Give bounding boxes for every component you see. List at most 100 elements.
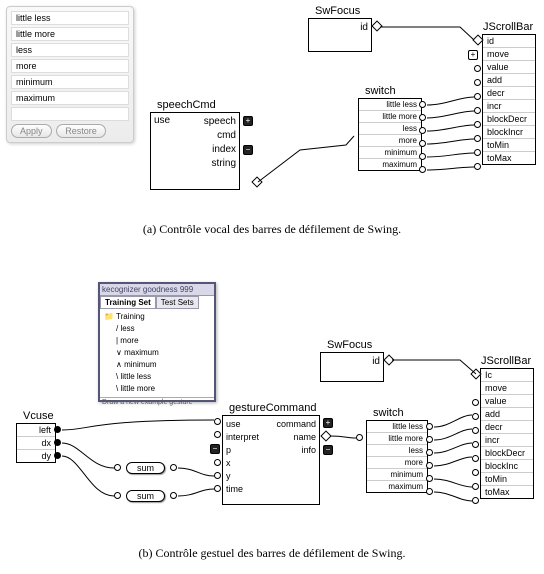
port-x: x [226, 457, 259, 470]
gesturecommand-title: gestureCommand [227, 402, 318, 414]
switch-item: little more [359, 111, 421, 123]
port-id-b: id [372, 356, 380, 367]
port-id: id [360, 22, 368, 33]
port-dot-icon [426, 449, 433, 456]
port-dot-icon [426, 436, 433, 443]
port-dot-icon [472, 427, 479, 434]
switch-item: minimum [359, 147, 421, 159]
jsb-port: toMax [483, 152, 535, 164]
port-dot-icon [474, 93, 481, 100]
jsb-port: decr [483, 87, 535, 100]
jsb-port: blockDecr [483, 113, 535, 126]
jsb-port: blockInc [481, 460, 533, 473]
caption-a: (a) Contrôle vocal des barres de défilem… [0, 222, 544, 237]
port-dot-icon [214, 431, 221, 438]
jscrollbar-box-b: JScrollBar Ic move value add decr incr b… [480, 368, 534, 499]
toggle-plus-icon[interactable]: + [243, 116, 253, 126]
port-dot-icon [474, 149, 481, 156]
vcuse-box: Vcuse left dx dy [16, 423, 56, 463]
toggle-plus-icon[interactable]: + [323, 418, 333, 428]
jsb-port: incr [481, 434, 533, 447]
jscrollbar-box: JScrollBar id move value add decr incr b… [482, 34, 536, 165]
port-dot-icon [114, 492, 121, 499]
port-dot-icon [214, 485, 221, 492]
port-string: string [204, 157, 236, 171]
port-dot-icon [419, 166, 426, 173]
port-dot-icon [170, 492, 177, 499]
port-dot-icon [474, 135, 481, 142]
switch-title: switch [363, 85, 398, 97]
port-dot-icon [54, 452, 61, 459]
toggle-minus-icon[interactable]: − [323, 445, 333, 455]
port-dot-icon [214, 459, 221, 466]
jsb-port: add [483, 74, 535, 87]
switch-item: less [367, 445, 427, 457]
port-dot-icon [474, 121, 481, 128]
jsb-port: toMin [483, 139, 535, 152]
recognizer-header: kecognizer goodness 999 [100, 284, 214, 296]
apply-button[interactable]: Apply [11, 124, 52, 138]
sum-box: sum [126, 462, 165, 474]
switch-item: maximum [359, 159, 421, 170]
port-dot-icon [472, 399, 479, 406]
toggle-minus-icon[interactable]: − [243, 145, 253, 155]
swfocus-box: SwFocus id [308, 18, 372, 52]
port-dot-icon [419, 114, 426, 121]
port-dot-icon [426, 462, 433, 469]
setting-item: more [11, 59, 129, 73]
jsb-port: add [481, 408, 533, 421]
port-dot-icon [426, 423, 433, 430]
port-dot-icon [426, 488, 433, 495]
tab-test[interactable]: Test Sets [156, 296, 199, 309]
toggle-minus-icon[interactable]: − [210, 444, 220, 454]
caption-b: (b) Contrôle gestuel des barres de défil… [0, 546, 544, 561]
tree-body: 📁 Training / less | more ∨ maximum ∧ min… [100, 309, 214, 397]
switch-item: more [359, 135, 421, 147]
jsb-port: Ic [481, 369, 533, 382]
port-dot-icon [419, 127, 426, 134]
jsb-port: move [483, 48, 535, 61]
toggle-plus-icon[interactable]: + [468, 50, 478, 60]
speechcmd-title: speechCmd [155, 99, 218, 111]
port-info: info [276, 444, 316, 457]
port-time: time [226, 483, 259, 496]
setting-item: less [11, 43, 129, 57]
jscrollbar-title-b: JScrollBar [479, 355, 533, 367]
jsb-port: decr [481, 421, 533, 434]
gesturecommand-box: gestureCommand use interpret p x y time … [222, 415, 320, 505]
port-use: use [226, 418, 259, 431]
port-dot-icon [474, 163, 481, 170]
switch-box: switch little less little more less more… [358, 98, 422, 171]
port-index: index [204, 143, 236, 157]
recognizer-footer: Draw a new example gesture [100, 397, 214, 407]
tab-training[interactable]: Training Set [100, 296, 156, 309]
port-command: command [276, 418, 316, 431]
setting-item: little more [11, 27, 129, 41]
port-y: y [226, 470, 259, 483]
vcuse-port: left [17, 424, 55, 437]
port-interpret: interpret [226, 431, 259, 444]
port-dot-icon [426, 475, 433, 482]
port-cmd: cmd [204, 129, 236, 143]
swfocus-title: SwFocus [313, 5, 362, 17]
restore-button[interactable]: Restore [56, 124, 106, 138]
port-dot-icon [474, 79, 481, 86]
switch-item: more [367, 457, 427, 469]
port-dot-icon [54, 426, 61, 433]
port-dot-icon [419, 140, 426, 147]
jsb-port: id [483, 35, 535, 48]
port-dot-icon [214, 418, 221, 425]
switch-item: minimum [367, 469, 427, 481]
port-speech: speech [204, 115, 236, 129]
switch-item: little more [367, 433, 427, 445]
setting-input[interactable] [11, 107, 129, 121]
switch-title-b: switch [371, 407, 406, 419]
jsb-port: blockIncr [483, 126, 535, 139]
recognizer-window: kecognizer goodness 999 Training Set Tes… [98, 282, 216, 402]
port-name: name [276, 431, 316, 444]
port-dot-icon [474, 107, 481, 114]
port-diamond-icon [371, 20, 382, 31]
port-p: p [226, 444, 259, 457]
jsb-port: value [483, 61, 535, 74]
port-dot-icon [114, 464, 121, 471]
